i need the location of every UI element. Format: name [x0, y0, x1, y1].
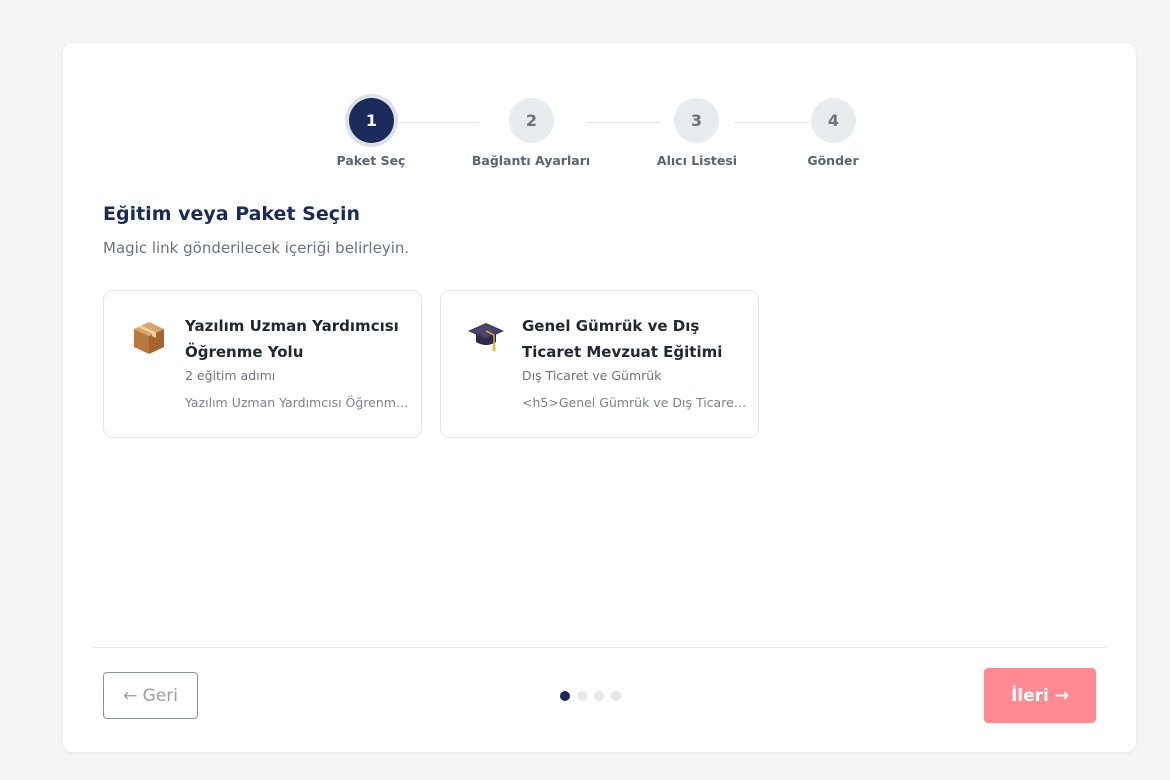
step-2-label: Bağlantı Ayarları — [471, 153, 591, 168]
step-connector — [734, 122, 810, 123]
next-button[interactable]: İleri → — [984, 668, 1096, 723]
step-connector — [399, 122, 479, 123]
step-connector — [586, 122, 660, 123]
step-1-label: Paket Seç — [336, 153, 406, 168]
step-4-circle[interactable]: 4 — [811, 98, 856, 143]
pagination-dot — [594, 691, 604, 701]
step-2-circle[interactable]: 2 — [509, 98, 554, 143]
step-1-circle[interactable]: 1 — [349, 98, 394, 143]
wizard-card: 1 2 3 4 Paket Seç Bağlantı Ayarları Alıc… — [63, 43, 1136, 752]
pagination-dot-active — [560, 691, 570, 701]
page-title: Eğitim veya Paket Seçin — [103, 203, 361, 225]
package-card[interactable]: Genel Gümrük ve Dış Ticaret Mevzuat Eğit… — [440, 290, 759, 438]
page-subtitle: Magic link gönderilecek içeriği belirley… — [103, 239, 410, 257]
step-pagination — [560, 691, 621, 701]
pagination-dot — [611, 691, 621, 701]
package-meta: Dış Ticaret ve Gümrük — [522, 368, 662, 383]
package-description: <h5>Genel Gümrük ve Dış Ticaret Mevzuat … — [522, 395, 747, 410]
step-3-circle[interactable]: 3 — [674, 98, 719, 143]
package-description: Yazılım Uzman Yardımcısı Öğrenme Yolu — [185, 395, 410, 410]
step-3-label: Alıcı Listesi — [656, 153, 738, 168]
step-4-label: Gönder — [807, 153, 859, 168]
graduation-cap-icon — [467, 319, 505, 357]
package-title: Genel Gümrük ve Dış Ticaret Mevzuat Eğit… — [522, 317, 723, 361]
package-card[interactable]: Yazılım Uzman Yardımcısı Öğrenme Yolu 2 … — [103, 290, 422, 438]
package-box-icon — [130, 319, 168, 357]
package-meta: 2 eğitim adımı — [185, 368, 276, 383]
back-button[interactable]: ← Geri — [103, 672, 198, 719]
package-title: Yazılım Uzman Yardımcısı Öğrenme Yolu — [185, 317, 399, 361]
pagination-dot — [577, 691, 587, 701]
footer-divider — [93, 647, 1106, 648]
